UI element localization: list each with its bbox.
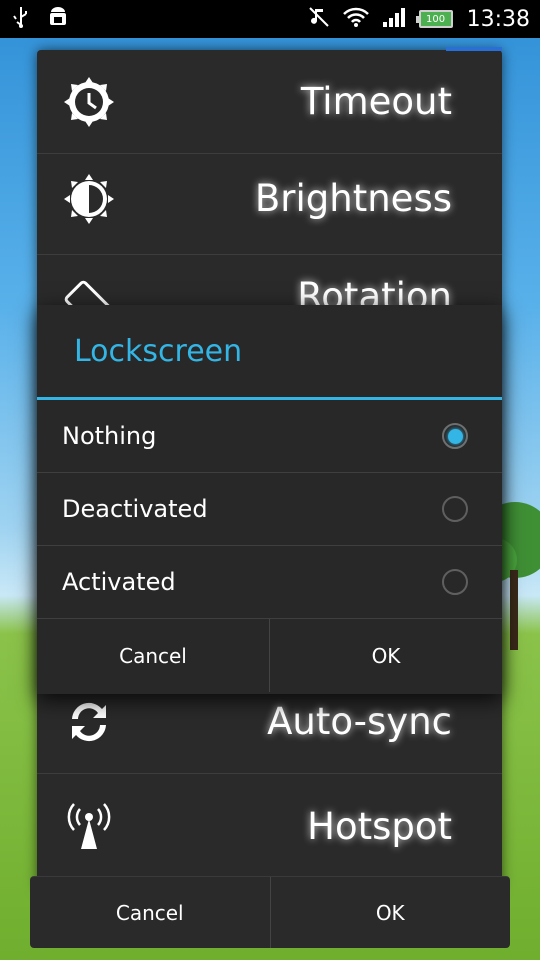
panel-ok-button[interactable]: OK [269, 877, 511, 948]
dialog-cancel-button[interactable]: Cancel [37, 619, 269, 692]
option-label: Deactivated [62, 495, 208, 523]
clock: 13:38 [466, 6, 530, 32]
status-bar: 100 13:38 [0, 0, 540, 38]
wifi-icon [341, 5, 371, 33]
sync-icon [59, 692, 119, 752]
option-nothing[interactable]: Nothing [37, 400, 502, 473]
option-label: Activated [62, 568, 176, 596]
lockscreen-dialog: Lockscreen Nothing Deactivated Activated… [37, 305, 502, 694]
settings-item-brightness[interactable]: Brightness [37, 143, 502, 255]
settings-item-label: Hotspot [307, 804, 452, 848]
radio-unselected[interactable] [442, 496, 468, 522]
dialog-buttons: Cancel OK [37, 619, 502, 692]
settings-item-label: Auto-sync [267, 700, 452, 743]
brightness-icon [59, 169, 119, 229]
settings-item-timeout[interactable]: Timeout [37, 50, 502, 154]
panel-cancel-button[interactable]: Cancel [30, 877, 270, 948]
battery-icon: 100 [415, 10, 453, 28]
panel-accent-top [446, 47, 502, 51]
option-deactivated[interactable]: Deactivated [37, 473, 502, 546]
option-label: Nothing [62, 422, 157, 450]
settings-item-hotspot[interactable]: Hotspot [37, 774, 502, 878]
android-debug-icon [46, 5, 70, 33]
signal-icon [381, 5, 409, 33]
usb-icon [10, 5, 32, 33]
mute-icon [307, 5, 331, 33]
option-activated[interactable]: Activated [37, 546, 502, 619]
settings-item-label: Timeout [300, 80, 452, 123]
panel-buttons: Cancel OK [30, 876, 510, 948]
settings-item-label: Brightness [254, 177, 452, 220]
radio-unselected[interactable] [442, 569, 468, 595]
timeout-icon [59, 72, 119, 132]
dialog-ok-button[interactable]: OK [269, 619, 502, 692]
hotspot-icon [59, 796, 119, 856]
dialog-title: Lockscreen [37, 305, 502, 400]
radio-selected[interactable] [442, 423, 468, 449]
